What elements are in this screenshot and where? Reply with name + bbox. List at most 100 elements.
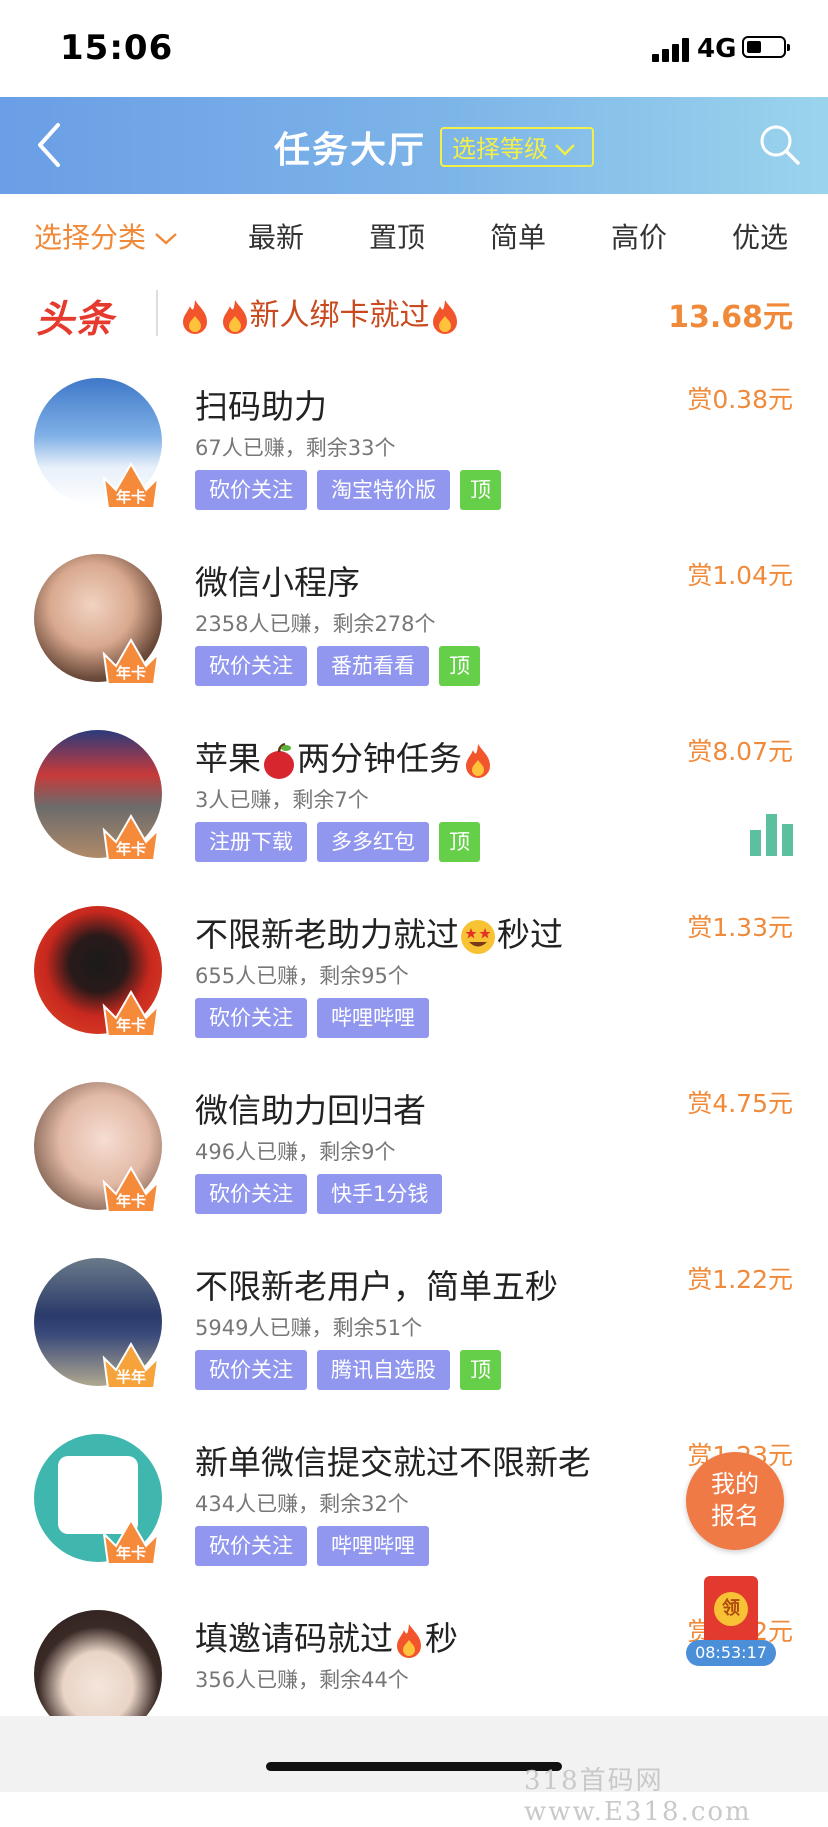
fire-icon xyxy=(432,299,457,334)
task-stats: 356人已赚，剩余44个 xyxy=(195,1668,409,1692)
badge-label: 年卡 xyxy=(115,1544,146,1562)
pinned-tag: 顶 xyxy=(460,470,501,510)
page-title: 任务大厅 xyxy=(274,130,427,171)
tab-latest[interactable]: 最新 xyxy=(248,216,304,256)
badge-label: 年卡 xyxy=(115,1016,146,1034)
headline-amount: 13.68元 xyxy=(668,300,793,335)
task-reward: 赏8.07元 xyxy=(687,737,793,766)
task-tag: 砍价关注 xyxy=(195,646,307,686)
level-select-dropdown[interactable]: 选择等级 xyxy=(440,127,594,167)
task-title-suffix: 两分钟任务 xyxy=(297,739,462,778)
task-reward: 赏4.75元 xyxy=(687,1089,793,1118)
search-icon[interactable] xyxy=(756,121,802,167)
task-stats: 3人已赚，剩余7个 xyxy=(195,788,369,812)
task-tag: 哔哩哔哩 xyxy=(317,998,429,1038)
task-item[interactable]: 年卡 苹果 两分钟任务 3人已赚，剩余7个 注册下载 多多红包顶 赏8.07元 xyxy=(0,722,828,898)
fire-icon xyxy=(397,1623,421,1658)
tab-high-price[interactable]: 高价 xyxy=(611,216,667,256)
signup-label-line1: 我的 xyxy=(711,1470,759,1498)
task-tag: 快手1分钱 xyxy=(317,1174,443,1214)
pinned-tag: 顶 xyxy=(460,1350,501,1390)
task-title: 苹果 xyxy=(195,739,261,778)
chevron-down-icon xyxy=(155,233,177,245)
task-title: 不限新老用户，简单五秒 xyxy=(195,1267,558,1306)
task-item[interactable]: 年卡 微信小程序 2358人已赚，剩余278个 砍价关注 番茄看看顶 赏1.04元 xyxy=(0,546,828,722)
task-tag: 砍价关注 xyxy=(195,1174,307,1214)
task-tag: 注册下载 xyxy=(195,822,307,862)
tab-simple[interactable]: 简单 xyxy=(490,216,546,256)
category-select[interactable]: 选择分类 xyxy=(34,216,178,256)
task-tags: 注册下载 多多红包顶 xyxy=(195,822,490,862)
filter-tabs: 选择分类 最新 置顶 简单 高价 优选 xyxy=(0,194,828,274)
star-struck-emoji-icon xyxy=(461,919,495,954)
pinned-tag: 顶 xyxy=(439,822,480,862)
pinned-tag: 顶 xyxy=(439,646,480,686)
task-title: 不限新老助力就过 xyxy=(195,915,459,954)
task-stats: 2358人已赚，剩余278个 xyxy=(195,612,436,636)
task-stats: 655人已赚，剩余95个 xyxy=(195,964,409,988)
task-tag: 淘宝特价版 xyxy=(317,470,450,510)
task-stats: 5949人已赚，剩余51个 xyxy=(195,1316,423,1340)
task-title: 填邀请码就过 xyxy=(195,1619,393,1658)
member-badge: 年卡 xyxy=(100,808,162,866)
apple-icon xyxy=(264,742,294,779)
member-badge: 年卡 xyxy=(100,632,162,690)
chevron-down-icon xyxy=(555,144,575,156)
task-title-wrap: 填邀请码就过秒 xyxy=(195,1612,458,1660)
task-tag: 腾讯自选股 xyxy=(317,1350,450,1390)
back-arrow-icon[interactable] xyxy=(30,119,74,171)
claim-coin: 领 xyxy=(714,1592,748,1626)
task-tags: 砍价关注 腾讯自选股顶 xyxy=(195,1350,511,1390)
headline-banner[interactable]: 头条 新人绑卡就过 13.68元 xyxy=(0,274,828,354)
task-item[interactable]: 年卡 不限新老助力就过 秒过 655人已赚，剩余95个 砍价关注 哔哩哔哩 赏1.3… xyxy=(0,898,828,1074)
red-packet-widget[interactable]: 领 08:53:17 xyxy=(680,1572,780,1668)
task-reward: 赏1.04元 xyxy=(687,561,793,590)
task-tag: 砍价关注 xyxy=(195,1526,307,1566)
task-tag: 番茄看看 xyxy=(317,646,429,686)
task-tags: 砍价关注 番茄看看顶 xyxy=(195,646,490,686)
task-tag: 砍价关注 xyxy=(195,1350,307,1390)
task-tags: 砍价关注 快手1分钱 xyxy=(195,1174,452,1214)
my-signup-button[interactable]: 我的 报名 xyxy=(686,1452,784,1550)
task-tags: 砍价关注 哔哩哔哩 xyxy=(195,998,439,1038)
headline-text-wrap: 新人绑卡就过 xyxy=(180,290,460,336)
watermark: 318首码网 www.E318.com xyxy=(524,1766,752,1827)
bar-chart-icon[interactable] xyxy=(750,812,794,856)
task-stats: 434人已赚，剩余32个 xyxy=(195,1492,409,1516)
fire-icon xyxy=(466,743,490,778)
status-time: 15:06 xyxy=(60,28,174,68)
member-badge: 年卡 xyxy=(100,984,162,1042)
member-badge: 半年 xyxy=(100,1336,162,1394)
task-item[interactable]: 半年 不限新老用户，简单五秒 5949人已赚，剩余51个 砍价关注 腾讯自选股顶 … xyxy=(0,1250,828,1426)
task-tags: 砍价关注 哔哩哔哩 xyxy=(195,1526,439,1566)
task-tags: 砍价关注 淘宝特价版顶 xyxy=(195,470,511,510)
task-tag: 砍价关注 xyxy=(195,470,307,510)
home-indicator[interactable] xyxy=(266,1762,562,1771)
status-bar: 15:06 4G xyxy=(0,0,828,97)
member-badge: 年卡 xyxy=(100,1160,162,1218)
task-item[interactable]: 年卡 微信助力回归者 496人已赚，剩余9个 砍价关注 快手1分钱 赏4.75元 xyxy=(0,1074,828,1250)
tab-featured[interactable]: 优选 xyxy=(732,216,788,256)
badge-label: 半年 xyxy=(115,1368,146,1386)
nav-bar: 任务大厅 选择等级 xyxy=(0,97,828,194)
signal-icon xyxy=(652,38,692,62)
member-badge: 年卡 xyxy=(100,1512,162,1570)
task-reward: 赏1.22元 xyxy=(687,1265,793,1294)
task-tag: 多多红包 xyxy=(317,822,429,862)
headline-logo: 头条 xyxy=(36,297,115,341)
badge-label: 年卡 xyxy=(115,488,146,506)
level-select-label: 选择等级 xyxy=(452,135,548,163)
divider xyxy=(156,290,158,336)
task-reward: 赏1.33元 xyxy=(687,913,793,942)
signup-label-line2: 报名 xyxy=(711,1502,759,1530)
countdown-timer: 08:53:17 xyxy=(686,1640,776,1666)
network-type: 4G xyxy=(697,34,737,64)
tab-pinned[interactable]: 置顶 xyxy=(369,216,425,256)
task-title-wrap: 苹果 两分钟任务 xyxy=(195,732,494,780)
task-item[interactable]: 年卡 扫码助力 67人已赚，剩余33个 砍价关注 淘宝特价版顶 赏0.38元 xyxy=(0,370,828,546)
task-reward: 赏0.38元 xyxy=(687,385,793,414)
battery-icon xyxy=(742,36,790,58)
task-stats: 67人已赚，剩余33个 xyxy=(195,436,396,460)
fire-icon xyxy=(183,299,207,334)
headline-text: 新人绑卡就过 xyxy=(249,298,430,333)
